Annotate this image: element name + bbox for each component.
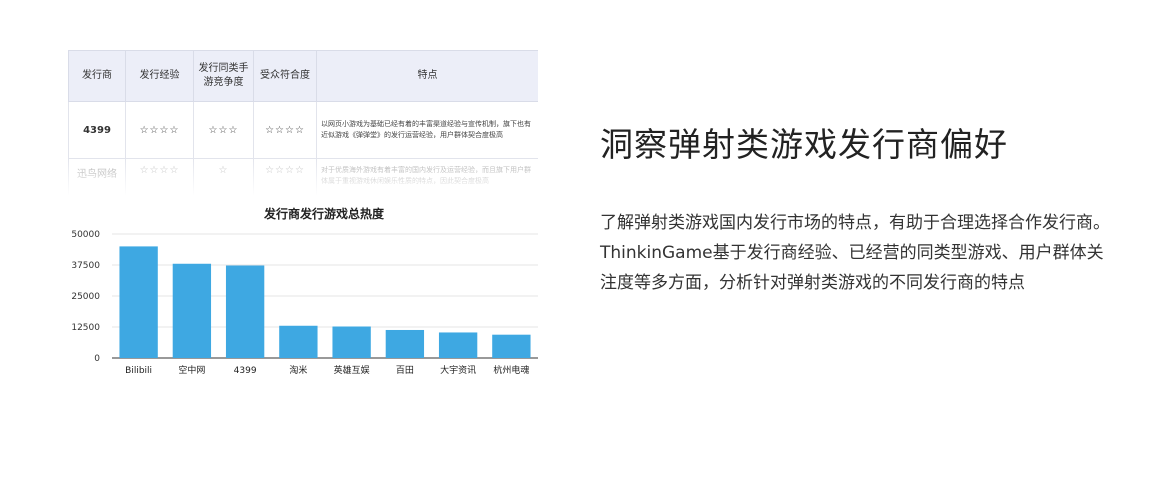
y-tick-label: 37500 (71, 261, 100, 271)
cell-competition-stars: ☆☆☆ (193, 101, 254, 159)
cell-experience-stars: ☆☆☆☆ (125, 101, 194, 159)
publisher-table-panel: 发行商 发行经验 发行同类手游竞争度 受众符合度 特点 4399 ☆☆☆☆ ☆☆… (68, 50, 538, 200)
cell-feature: 以网页小游戏为基础已经有着的丰富渠道经验与宣传机制，旗下也有近似游戏《弹弹堂》的… (316, 101, 538, 159)
x-tick-label: 大宇资讯 (440, 364, 476, 376)
bar-2 (225, 265, 265, 358)
cell-competition-stars: ☆ (193, 158, 254, 200)
chart-title: 发行商发行游戏总热度 (263, 206, 385, 221)
insight-panel: 洞察弹射类游戏发行商偏好 了解弹射类游戏国内发行市场的特点，有助于合理选择合作发… (600, 118, 1120, 298)
table-header-row: 发行商 发行经验 发行同类手游竞争度 受众符合度 特点 (68, 50, 538, 102)
x-tick-label: 杭州电魂 (493, 364, 529, 376)
bar-1 (172, 263, 212, 358)
bar-7 (492, 334, 531, 358)
page-title: 洞察弹射类游戏发行商偏好 (600, 125, 1008, 164)
chart-svg: 发行商发行游戏总热度 50000 37500 25000 12500 0 Bilibili… (71, 206, 538, 376)
bar-6 (438, 332, 478, 358)
header-publisher: 发行商 (68, 50, 126, 102)
description-text: 了解弹射类游戏国内发行市场的特点，有助于合理选择合作发行商。ThinkinGam… (600, 213, 1110, 293)
cell-publisher: 迅鸟网络 (68, 158, 126, 200)
x-tick-label: 空中网 (178, 364, 205, 376)
cell-publisher: 4399 (68, 101, 126, 159)
bar-0 (119, 246, 158, 358)
x-tick-label: 4399 (234, 366, 257, 376)
y-tick-label: 12500 (71, 323, 100, 333)
popularity-bar-chart: 发行商发行游戏总热度 50000 37500 25000 12500 0 Bilibili… (68, 200, 548, 390)
y-tick-label: 0 (94, 354, 100, 364)
cell-audience-stars: ☆☆☆☆ (253, 101, 317, 159)
publisher-table-wrap: 发行商 发行经验 发行同类手游竞争度 受众符合度 特点 4399 ☆☆☆☆ ☆☆… (68, 50, 538, 200)
x-tick-label: 百田 (396, 365, 414, 376)
header-feature: 特点 (316, 50, 538, 102)
publisher-table: 发行商 发行经验 发行同类手游竞争度 受众符合度 特点 4399 ☆☆☆☆ ☆☆… (68, 50, 538, 200)
x-tick-label: 淘米 (289, 364, 307, 376)
cell-feature: 对于优质海外游戏有着丰富的国内发行及运营经验，而且旗下用户群体属于重视游戏休闲娱… (316, 158, 538, 200)
table-row: 迅鸟网络 ☆☆☆☆ ☆ ☆☆☆☆ 对于优质海外游戏有着丰富的国内发行及运营经验，… (68, 158, 538, 200)
header-experience: 发行经验 (125, 50, 194, 102)
header-audience: 受众符合度 (253, 50, 317, 102)
chart-bars (119, 246, 531, 358)
table-row: 4399 ☆☆☆☆ ☆☆☆ ☆☆☆☆ 以网页小游戏为基础已经有着的丰富渠道经验与… (68, 101, 538, 159)
y-tick-label: 50000 (71, 230, 100, 240)
bar-3 (279, 325, 318, 358)
bar-4 (332, 326, 371, 358)
header-competition: 发行同类手游竞争度 (193, 50, 254, 102)
cell-audience-stars: ☆☆☆☆ (253, 158, 317, 200)
cell-experience-stars: ☆☆☆☆ (125, 158, 194, 200)
x-tick-label: 英雄互娱 (334, 364, 370, 376)
y-tick-label: 25000 (71, 292, 100, 302)
bar-5 (385, 329, 425, 358)
x-tick-label: Bilibili (125, 366, 152, 376)
